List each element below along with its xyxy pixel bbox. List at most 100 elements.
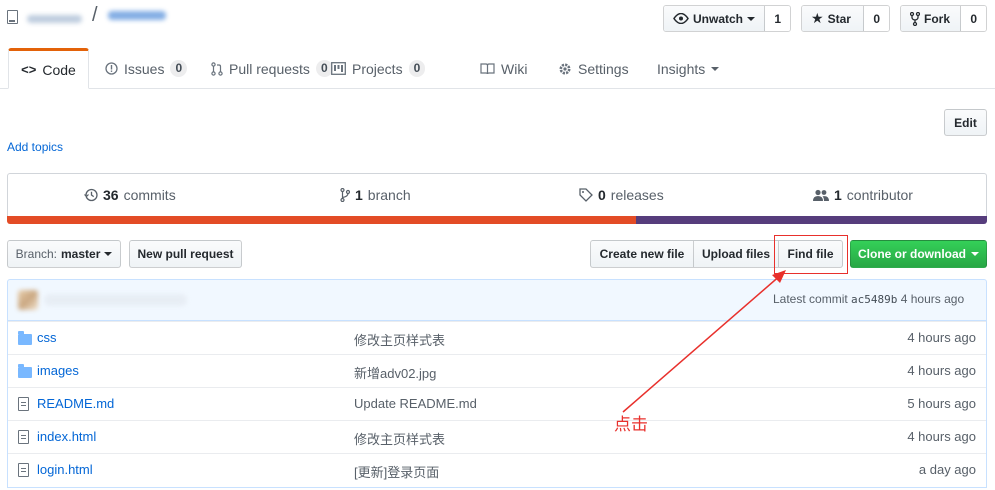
tab-wiki[interactable]: Wiki (480, 48, 527, 89)
new-pull-request-button[interactable]: New pull request (129, 240, 242, 268)
branches-link[interactable]: 1 branch (340, 187, 411, 203)
avatar[interactable] (18, 290, 38, 310)
clone-or-download-button[interactable]: Clone or download (850, 240, 987, 268)
star-button-group: ★ Star 0 (801, 5, 890, 32)
history-icon (84, 188, 98, 202)
commit-age: 4 hours ago (907, 363, 976, 378)
releases-link[interactable]: 0 releases (579, 187, 664, 203)
file-name-link[interactable]: index.html (37, 429, 96, 444)
star-count[interactable]: 0 (864, 6, 889, 31)
commit-age: a day ago (918, 462, 976, 477)
commit-author-and-message[interactable] (44, 294, 187, 306)
commits-link[interactable]: 36 commits (84, 187, 176, 203)
book-icon (480, 62, 495, 74)
chevron-down-icon (747, 16, 756, 21)
tab-wiki-label: Wiki (501, 60, 528, 77)
file-icon (18, 463, 29, 477)
commit-message-link[interactable]: [更新]登录页面 (354, 462, 439, 481)
fork-button[interactable]: Fork (901, 6, 962, 31)
pull-request-icon (211, 61, 223, 76)
language-segment (636, 216, 987, 224)
branch-label: branch (367, 187, 411, 203)
branch-count: 1 (355, 187, 363, 203)
repo-icon (7, 10, 18, 24)
tab-projects-label: Projects (352, 60, 403, 77)
latest-commit-info: Latest commit ac5489b 4 hours ago (773, 292, 964, 306)
contributors-count: 1 (834, 187, 842, 203)
contributors-link[interactable]: 1 contributor (813, 187, 913, 203)
branch-name: master (61, 247, 101, 261)
language-bar[interactable] (7, 216, 987, 224)
commits-label: commits (123, 187, 176, 203)
tab-pull-requests[interactable]: Pull requests 0 (211, 48, 333, 89)
watch-button[interactable]: Unwatch (664, 6, 766, 31)
repo-name-link[interactable] (108, 8, 168, 22)
latest-commit-prefix: Latest commit (773, 292, 848, 306)
file-name-link[interactable]: images (37, 363, 79, 378)
edit-description-button[interactable]: Edit (944, 109, 987, 136)
tab-issues-label: Issues (124, 60, 165, 77)
tab-code[interactable]: <> Code (8, 48, 89, 89)
branch-select[interactable]: Branch: master (7, 240, 121, 268)
eye-icon (673, 13, 689, 24)
commit-age: 5 hours ago (907, 396, 976, 411)
commit-message-link[interactable]: 新增adv02.jpg (354, 363, 436, 382)
code-icon: <> (21, 62, 37, 77)
tab-issues[interactable]: Issues 0 (105, 48, 188, 89)
create-new-file-button[interactable]: Create new file (590, 240, 694, 268)
annotation-highlight-box (774, 235, 848, 274)
file-name-link[interactable]: login.html (37, 462, 93, 477)
folder-icon (18, 364, 32, 378)
file-icon (18, 397, 29, 411)
gear-icon (559, 63, 571, 74)
star-button[interactable]: ★ Star (802, 6, 865, 31)
commit-message-link[interactable]: 修改主页样式表 (354, 330, 445, 349)
file-icon (18, 430, 29, 444)
chevron-down-icon (711, 66, 720, 71)
contributors-label: contributor (846, 187, 913, 203)
watch-button-group: Unwatch 1 (663, 5, 791, 32)
star-icon: ★ (811, 10, 824, 26)
tab-settings-label: Settings (578, 60, 629, 77)
branch-prefix: Branch: (15, 247, 57, 261)
fork-count[interactable]: 0 (961, 6, 986, 31)
projects-counter: 0 (408, 60, 426, 77)
language-segment (7, 216, 637, 224)
folder-icon (18, 331, 32, 345)
issues-counter: 0 (170, 60, 188, 77)
chevron-down-icon (971, 252, 979, 256)
file-row: login.html [更新]登录页面 a day ago (8, 453, 986, 486)
star-label: Star (827, 11, 851, 26)
commit-message-link[interactable]: 修改主页样式表 (354, 429, 445, 448)
repo-owner-link[interactable] (27, 9, 87, 25)
file-row: css 修改主页样式表 4 hours ago (8, 321, 986, 354)
commit-sha[interactable]: ac5489b (851, 293, 897, 306)
fork-button-group: Fork 0 (900, 5, 987, 32)
latest-commit-age: 4 hours ago (900, 292, 965, 306)
file-row: images 新增adv02.jpg 4 hours ago (8, 354, 986, 387)
commits-count: 36 (103, 187, 119, 203)
fork-icon (910, 11, 920, 26)
releases-label: releases (610, 187, 664, 203)
tab-projects[interactable]: Projects 0 (331, 48, 426, 89)
tag-icon (579, 188, 593, 202)
file-name-link[interactable]: README.md (37, 396, 114, 411)
fork-label: Fork (924, 11, 951, 26)
releases-count: 0 (598, 187, 606, 203)
tab-code-label: Code (42, 61, 76, 78)
file-row: README.md Update README.md 5 hours ago (8, 387, 986, 420)
chevron-down-icon (104, 252, 113, 256)
tab-settings[interactable]: Settings (558, 48, 629, 89)
commit-age: 4 hours ago (907, 429, 976, 444)
file-row: index.html 修改主页样式表 4 hours ago (8, 420, 986, 453)
people-icon (813, 189, 829, 201)
annotation-label: 点击 (614, 415, 648, 435)
file-name-link[interactable]: css (37, 330, 57, 345)
tab-pull-requests-label: Pull requests (229, 60, 310, 77)
add-topics-link[interactable]: Add topics (7, 140, 63, 154)
upload-files-button[interactable]: Upload files (693, 240, 779, 268)
watch-count[interactable]: 1 (765, 6, 790, 31)
clone-label: Clone or download (858, 247, 966, 261)
tab-insights[interactable]: Insights (657, 48, 720, 89)
commit-message-link[interactable]: Update README.md (354, 396, 477, 411)
